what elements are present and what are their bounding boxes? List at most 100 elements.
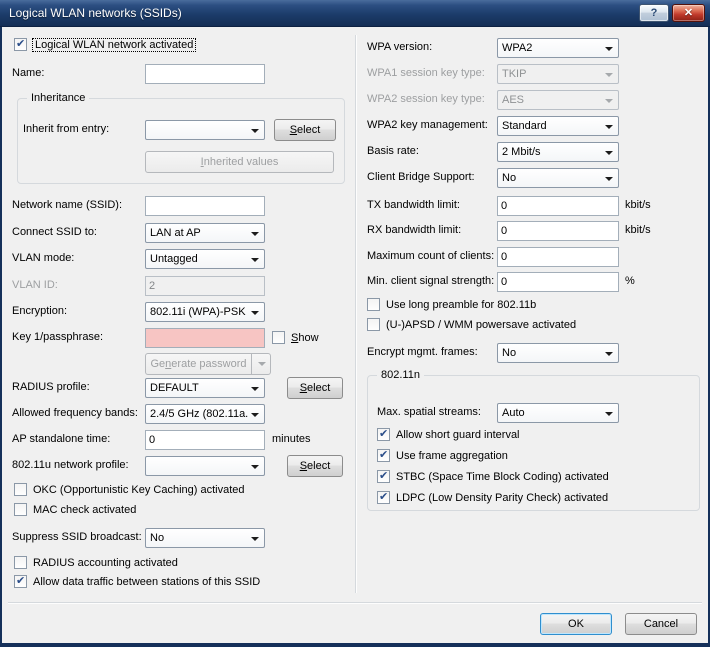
chevron-down-icon <box>605 73 613 77</box>
wpa-version-label: WPA version: <box>367 41 432 53</box>
okc-checkbox[interactable]: OKC (Opportunistic Key Caching) activate… <box>14 483 245 496</box>
rx-limit-unit: kbit/s <box>625 224 651 236</box>
combo-value: WPA2 <box>502 42 602 54</box>
chevron-down-icon <box>605 412 613 416</box>
show-password-checkbox[interactable]: Show <box>272 331 319 344</box>
connect-ssid-combo[interactable]: LAN at AP <box>145 223 265 243</box>
max-clients-input[interactable] <box>497 247 619 267</box>
title-bar[interactable]: Logical WLAN networks (SSIDs) ? ✕ <box>0 0 710 27</box>
combo-value: Untagged <box>150 253 248 265</box>
u-network-profile-select-button[interactable]: Select <box>287 455 343 477</box>
long-preamble-checkbox[interactable]: Use long preamble for 802.11b <box>367 298 536 311</box>
stbc-checkbox[interactable]: STBC (Space Time Block Coding) activated <box>377 470 609 483</box>
allow-traffic-checkbox[interactable]: Allow data traffic between stations of t… <box>14 575 260 588</box>
cancel-button[interactable]: Cancel <box>625 613 697 635</box>
checkbox-label: Show <box>291 332 319 344</box>
radius-profile-combo[interactable]: DEFAULT <box>145 378 265 398</box>
checkbox-box <box>377 449 390 462</box>
vlan-mode-combo[interactable]: Untagged <box>145 249 265 269</box>
radius-profile-label: RADIUS profile: <box>12 381 90 393</box>
min-signal-label: Min. client signal strength: <box>367 275 494 287</box>
connect-ssid-label: Connect SSID to: <box>12 226 97 238</box>
generate-password-button: Generate password <box>145 353 271 375</box>
inherited-values-button: Inherited values <box>145 151 334 173</box>
checkbox-box <box>377 428 390 441</box>
basis-rate-combo[interactable]: 2 Mbit/s <box>497 142 619 162</box>
window-title: Logical WLAN networks (SSIDs) <box>9 6 182 20</box>
min-signal-unit: % <box>625 275 635 287</box>
mac-check-checkbox[interactable]: MAC check activated <box>14 503 136 516</box>
combo-value: No <box>502 347 602 359</box>
frame-aggregation-checkbox[interactable]: Use frame aggregation <box>377 449 508 462</box>
radius-accounting-checkbox[interactable]: RADIUS accounting activated <box>14 556 178 569</box>
logical-wlan-activated-checkbox[interactable]: Logical WLAN network activated <box>14 38 195 51</box>
ldpc-checkbox[interactable]: LDPC (Low Density Parity Check) activate… <box>377 491 608 504</box>
client-bridge-combo[interactable]: No <box>497 168 619 188</box>
checkbox-box <box>377 470 390 483</box>
ok-button[interactable]: OK <box>540 613 612 635</box>
checkbox-box <box>14 483 27 496</box>
combo-value: TKIP <box>502 68 602 80</box>
ap-standalone-unit: minutes <box>272 433 311 445</box>
checkbox-label: MAC check activated <box>33 504 136 516</box>
chevron-down-icon <box>251 537 259 541</box>
tx-limit-label: TX bandwidth limit: <box>367 199 460 211</box>
name-input[interactable] <box>145 64 265 84</box>
chevron-down-icon <box>605 99 613 103</box>
combo-value: 802.11i (WPA)-PSK <box>150 306 248 318</box>
ap-standalone-input[interactable] <box>145 430 265 450</box>
basis-rate-label: Basis rate: <box>367 145 419 157</box>
ssid-label: Network name (SSID): <box>12 199 122 211</box>
client-bridge-label: Client Bridge Support: <box>367 171 475 183</box>
footer-divider <box>8 602 702 604</box>
tx-limit-input[interactable] <box>497 196 619 216</box>
chevron-down-icon <box>251 465 259 469</box>
wpa1-key-type-label: WPA1 session key type: <box>367 67 485 79</box>
rx-limit-label: RX bandwidth limit: <box>367 224 461 236</box>
checkbox-box <box>14 503 27 516</box>
frequency-bands-label: Allowed frequency bands: <box>12 407 138 419</box>
checkbox-box <box>14 556 27 569</box>
min-signal-input[interactable] <box>497 272 619 292</box>
u-network-profile-label: 802.11u network profile: <box>12 459 129 471</box>
suppress-ssid-label: Suppress SSID broadcast: <box>12 531 142 543</box>
encryption-combo[interactable]: 802.11i (WPA)-PSK <box>145 302 265 322</box>
ap-standalone-label: AP standalone time: <box>12 433 110 445</box>
chevron-down-icon <box>251 387 259 391</box>
frequency-bands-combo[interactable]: 2.4/5 GHz (802.11a. <box>145 404 265 424</box>
apsd-checkbox[interactable]: (U-)APSD / WMM powersave activated <box>367 318 576 331</box>
encrypt-mgmt-combo[interactable]: No <box>497 343 619 363</box>
rx-limit-input[interactable] <box>497 221 619 241</box>
chevron-down-icon <box>251 311 259 315</box>
close-icon: ✕ <box>684 7 693 19</box>
combo-value: No <box>502 172 602 184</box>
chevron-down-icon <box>251 413 259 417</box>
encrypt-mgmt-label: Encrypt mgmt. frames: <box>367 346 478 358</box>
wpa2-key-mgmt-combo[interactable]: Standard <box>497 116 619 136</box>
spatial-streams-combo[interactable]: Auto <box>497 403 619 423</box>
inherit-select-button[interactable]: Select <box>274 119 336 141</box>
checkbox-label: Use frame aggregation <box>396 450 508 462</box>
combo-value: 2 Mbit/s <box>502 146 602 158</box>
combo-value: LAN at AP <box>150 227 248 239</box>
help-button[interactable]: ? <box>639 4 669 22</box>
u-network-profile-combo[interactable] <box>145 456 265 476</box>
combo-value: Standard <box>502 120 602 132</box>
radius-profile-select-button[interactable]: Select <box>287 377 343 399</box>
ssid-input[interactable] <box>145 196 265 216</box>
key-passphrase-input[interactable] <box>145 328 265 348</box>
checkbox-box <box>377 491 390 504</box>
encryption-label: Encryption: <box>12 305 67 317</box>
wpa-version-combo[interactable]: WPA2 <box>497 38 619 58</box>
checkbox-label: Logical WLAN network activated <box>33 39 195 51</box>
inheritance-group-title: Inheritance <box>27 92 89 104</box>
checkbox-label: STBC (Space Time Block Coding) activated <box>396 471 609 483</box>
inherit-from-entry-label: Inherit from entry: <box>23 123 109 135</box>
short-guard-checkbox[interactable]: Allow short guard interval <box>377 428 520 441</box>
help-icon: ? <box>651 7 658 19</box>
close-button[interactable]: ✕ <box>672 4 705 22</box>
checkbox-label: Use long preamble for 802.11b <box>386 299 536 311</box>
suppress-ssid-combo[interactable]: No <box>145 528 265 548</box>
inherit-from-entry-combo[interactable] <box>145 120 265 140</box>
chevron-down-icon <box>605 151 613 155</box>
